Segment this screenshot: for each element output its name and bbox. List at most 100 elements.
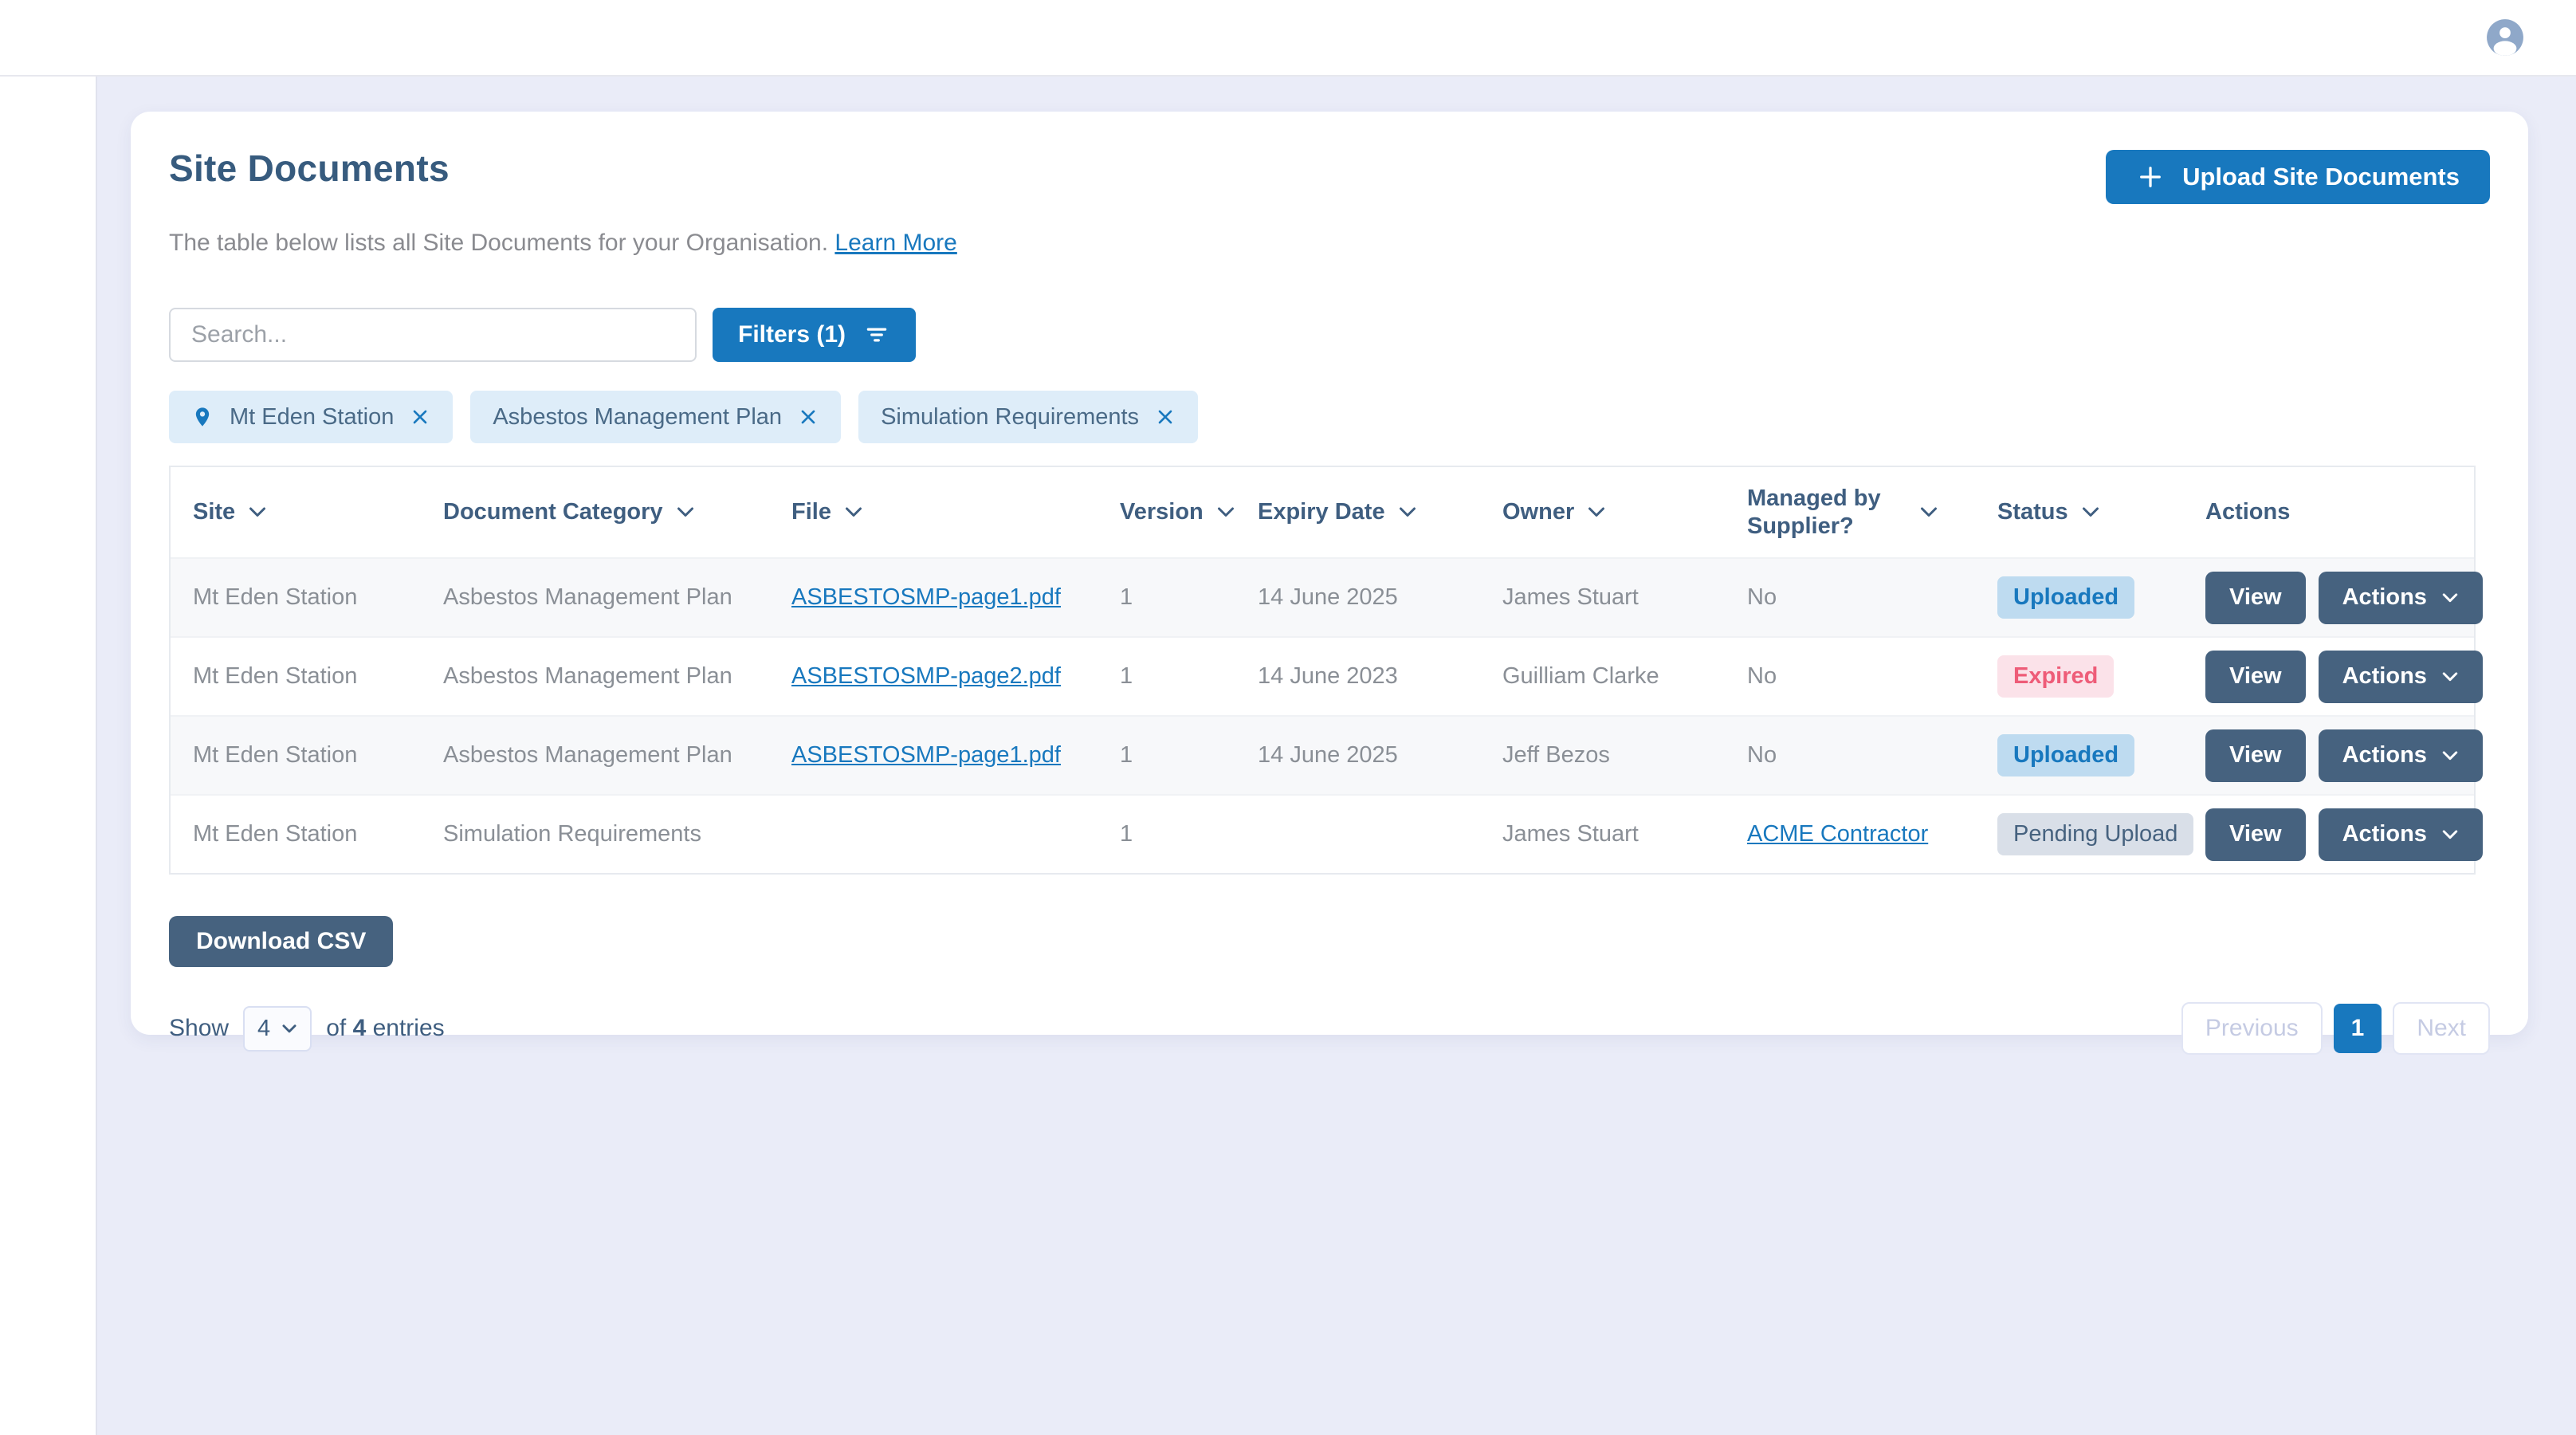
cell-version: 1 xyxy=(1098,637,1235,716)
cell-expiry-date: 14 June 2023 xyxy=(1235,637,1480,716)
cell-owner: Jeff Bezos xyxy=(1480,716,1725,795)
column-header-site[interactable]: Site xyxy=(171,467,421,558)
file-link[interactable]: ASBESTOSMP-page2.pdf xyxy=(791,663,1061,689)
learn-more-link[interactable]: Learn More xyxy=(834,230,956,256)
cell-status: Uploaded xyxy=(1975,558,2183,637)
upload-site-documents-button[interactable]: Upload Site Documents xyxy=(2106,150,2490,204)
chevron-down-icon xyxy=(2441,829,2459,840)
active-filter-chips: Mt Eden Station Asbestos Management Plan… xyxy=(169,391,2490,443)
cell-version: 1 xyxy=(1098,558,1235,637)
status-badge: Expired xyxy=(1997,655,2114,698)
supplier-link[interactable]: ACME Contractor xyxy=(1747,821,1928,847)
cell-version: 1 xyxy=(1098,716,1235,795)
top-bar xyxy=(0,0,2576,77)
page-subtitle: The table below lists all Site Documents… xyxy=(169,230,2490,257)
cell-file: ASBESTOSMP-page1.pdf xyxy=(769,716,1098,795)
page-size-select[interactable]: 4 xyxy=(243,1006,312,1052)
view-button[interactable]: View xyxy=(2205,572,2306,624)
entries-total: 4 xyxy=(353,1015,367,1041)
file-link[interactable]: ASBESTOSMP-page1.pdf xyxy=(791,584,1061,610)
filter-list-icon xyxy=(863,323,890,347)
column-header-actions: Actions xyxy=(2183,467,2474,558)
pagination: Previous 1 Next xyxy=(2181,1002,2490,1055)
close-icon[interactable] xyxy=(410,407,430,427)
cell-owner: Guilliam Clarke xyxy=(1480,637,1725,716)
chevron-down-icon xyxy=(1919,506,1938,518)
chevron-down-icon xyxy=(1216,506,1235,518)
cell-managed-by-supplier: ACME Contractor xyxy=(1725,795,1975,873)
page-size-group: Show 4 of 4 entries xyxy=(169,1006,445,1052)
cell-status: Expired xyxy=(1975,637,2183,716)
cell-actions: View Actions xyxy=(2183,716,2474,795)
cell-site: Mt Eden Station xyxy=(171,637,421,716)
subtitle-text: The table below lists all Site Documents… xyxy=(169,230,828,256)
filter-chip-site: Mt Eden Station xyxy=(169,391,453,443)
chevron-down-icon xyxy=(1587,506,1606,518)
status-badge: Pending Upload xyxy=(1997,813,2193,855)
cell-managed-by-supplier: No xyxy=(1725,637,1975,716)
cell-actions: View Actions xyxy=(2183,558,2474,637)
status-badge: Uploaded xyxy=(1997,576,2134,619)
current-page-button[interactable]: 1 xyxy=(2334,1004,2382,1053)
cell-owner: James Stuart xyxy=(1480,558,1725,637)
table-row: Mt Eden Station Asbestos Management Plan… xyxy=(171,637,2474,716)
actions-button[interactable]: Actions xyxy=(2319,808,2483,861)
actions-button[interactable]: Actions xyxy=(2319,729,2483,782)
chevron-down-icon xyxy=(248,506,267,518)
chevron-down-icon xyxy=(1398,506,1417,518)
card-header: Site Documents Upload Site Documents xyxy=(169,147,2490,204)
close-icon[interactable] xyxy=(798,407,819,427)
column-header-version[interactable]: Version xyxy=(1098,467,1235,558)
cell-document-category: Asbestos Management Plan xyxy=(421,716,769,795)
view-button[interactable]: View xyxy=(2205,808,2306,861)
column-header-status[interactable]: Status xyxy=(1975,467,2183,558)
column-header-owner[interactable]: Owner xyxy=(1480,467,1725,558)
column-header-document-category[interactable]: Document Category xyxy=(421,467,769,558)
previous-page-button[interactable]: Previous xyxy=(2181,1002,2323,1055)
chevron-down-icon xyxy=(2441,750,2459,761)
location-pin-icon xyxy=(191,403,214,431)
site-documents-card: Site Documents Upload Site Documents The… xyxy=(131,112,2528,1035)
actions-button-label: Actions xyxy=(2342,663,2427,690)
chevron-down-icon xyxy=(2441,671,2459,682)
chevron-down-icon xyxy=(2441,592,2459,603)
search-input[interactable] xyxy=(169,308,697,362)
view-button[interactable]: View xyxy=(2205,651,2306,703)
cell-site: Mt Eden Station xyxy=(171,795,421,873)
cell-expiry-date: 14 June 2025 xyxy=(1235,716,1480,795)
actions-button-label: Actions xyxy=(2342,821,2427,847)
file-link[interactable]: ASBESTOSMP-page1.pdf xyxy=(791,742,1061,768)
close-icon[interactable] xyxy=(1155,407,1176,427)
filters-button[interactable]: Filters (1) xyxy=(713,308,916,362)
cell-file: ASBESTOSMP-page2.pdf xyxy=(769,637,1098,716)
table-row: Mt Eden Station Asbestos Management Plan… xyxy=(171,558,2474,637)
chevron-down-icon xyxy=(676,506,695,518)
actions-button[interactable]: Actions xyxy=(2319,572,2483,624)
cell-site: Mt Eden Station xyxy=(171,716,421,795)
cell-status: Pending Upload xyxy=(1975,795,2183,873)
cell-document-category: Simulation Requirements xyxy=(421,795,769,873)
actions-button[interactable]: Actions xyxy=(2319,651,2483,703)
status-badge: Uploaded xyxy=(1997,734,2134,776)
chevron-down-icon xyxy=(281,1024,297,1034)
download-csv-button[interactable]: Download CSV xyxy=(169,916,393,967)
column-header-file[interactable]: File xyxy=(769,467,1098,558)
filter-chip-label: Asbestos Management Plan xyxy=(493,404,782,431)
table-row: Mt Eden Station Asbestos Management Plan… xyxy=(171,716,2474,795)
of-label: of xyxy=(326,1015,346,1041)
column-header-managed-by-supplier[interactable]: Managed by Supplier? xyxy=(1725,467,1975,558)
upload-button-label: Upload Site Documents xyxy=(2182,163,2460,191)
chevron-down-icon xyxy=(844,506,863,518)
next-page-button[interactable]: Next xyxy=(2393,1002,2490,1055)
cell-version: 1 xyxy=(1098,795,1235,873)
cell-actions: View Actions xyxy=(2183,637,2474,716)
cell-expiry-date xyxy=(1235,795,1480,873)
cell-expiry-date: 14 June 2025 xyxy=(1235,558,1480,637)
cell-file xyxy=(769,795,1098,873)
user-avatar-icon[interactable] xyxy=(2485,18,2525,57)
filter-chip-category-1: Asbestos Management Plan xyxy=(470,391,841,443)
cell-owner: James Stuart xyxy=(1480,795,1725,873)
view-button[interactable]: View xyxy=(2205,729,2306,782)
chevron-down-icon xyxy=(2081,506,2100,518)
column-header-expiry-date[interactable]: Expiry Date xyxy=(1235,467,1480,558)
